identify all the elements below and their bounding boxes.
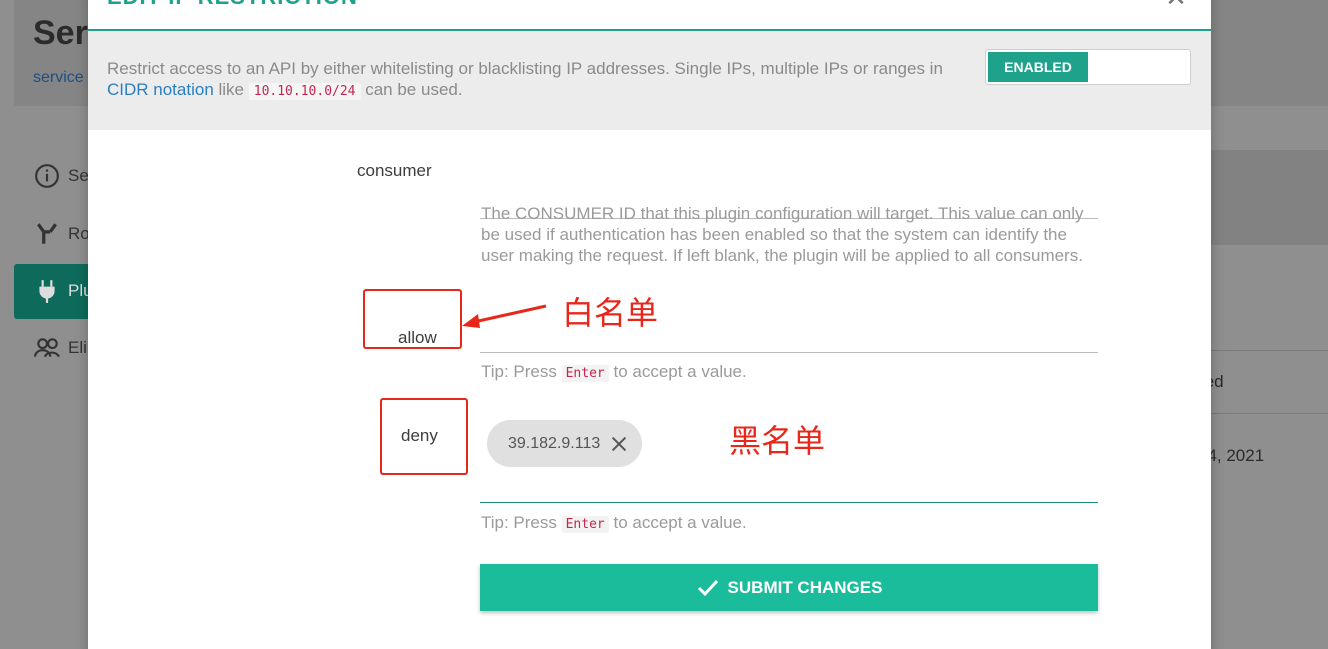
enter-key-hint: Enter <box>561 516 609 533</box>
tip-text: to accept a value. <box>608 362 747 381</box>
table-header <box>1210 350 1328 414</box>
plugin-description-bar: Restrict access to an API by either whit… <box>88 31 1211 130</box>
sidebar-item-routes[interactable]: Ro <box>34 214 90 254</box>
sidebar-item-eligible-consumers[interactable]: Eli <box>34 328 87 368</box>
submit-label: SUBMIT CHANGES <box>727 577 883 597</box>
plugin-description: Restrict access to an API by either whit… <box>107 58 977 102</box>
deny-input-underline <box>480 502 1098 503</box>
enter-key-hint: Enter <box>561 365 609 382</box>
sidebar-item-service[interactable]: Se <box>34 156 89 196</box>
cidr-example-code: 10.10.10.0/24 <box>248 83 361 100</box>
plug-icon <box>39 280 55 303</box>
allow-annotation-text: 白名单 <box>562 294 659 332</box>
sidebar-item-label: Ro <box>68 224 90 243</box>
description-text: like <box>213 80 249 99</box>
close-icon: ✕ <box>1165 0 1187 12</box>
tip-text: Tip: Press <box>481 513 562 532</box>
chip-label: 39.182.9.113 <box>508 434 601 452</box>
remove-chip-icon[interactable] <box>608 433 630 455</box>
consumer-field-label: consumer <box>357 161 432 180</box>
tip-text: to accept a value. <box>608 513 747 532</box>
description-text: Restrict access to an API by either whit… <box>107 59 943 78</box>
checkmark-icon <box>697 579 718 596</box>
sidebar-item-plugins[interactable]: Plu <box>34 271 93 311</box>
allow-annotation-box <box>363 289 462 349</box>
enabled-toggle[interactable]: ENABLED <box>985 49 1191 85</box>
annotation-arrow-icon <box>462 304 547 328</box>
modal-title: EDIT IP RESTRICTION <box>107 0 358 10</box>
toggle-on-label: ENABLED <box>988 52 1088 82</box>
sidebar-item-label: Se <box>68 166 89 185</box>
info-icon <box>35 164 59 188</box>
modal-header: EDIT IP RESTRICTION ✕ <box>88 0 1211 31</box>
page-title: Ser <box>33 14 88 52</box>
close-button[interactable]: ✕ <box>1163 0 1189 10</box>
background-card <box>1210 150 1328 245</box>
deny-annotation-box <box>380 398 468 475</box>
deny-annotation-text: 黑名单 <box>729 422 826 460</box>
consumer-help-text: The CONSUMER ID that this plugin configu… <box>481 204 1084 265</box>
route-icon <box>37 223 57 244</box>
submit-changes-button[interactable]: SUBMIT CHANGES <box>480 564 1098 611</box>
users-icon <box>34 338 60 358</box>
deny-tip: Tip: Press Enter to accept a value. <box>481 513 747 533</box>
tip-text: Tip: Press <box>481 362 562 381</box>
allow-tip: Tip: Press Enter to accept a value. <box>481 362 747 382</box>
description-text: can be used. <box>360 80 463 99</box>
sidebar-item-label: Eli <box>68 338 87 357</box>
cidr-notation-link[interactable]: CIDR notation <box>107 80 214 99</box>
ip-chip: 39.182.9.113 <box>487 420 643 467</box>
breadcrumb[interactable]: service <box>33 69 84 87</box>
